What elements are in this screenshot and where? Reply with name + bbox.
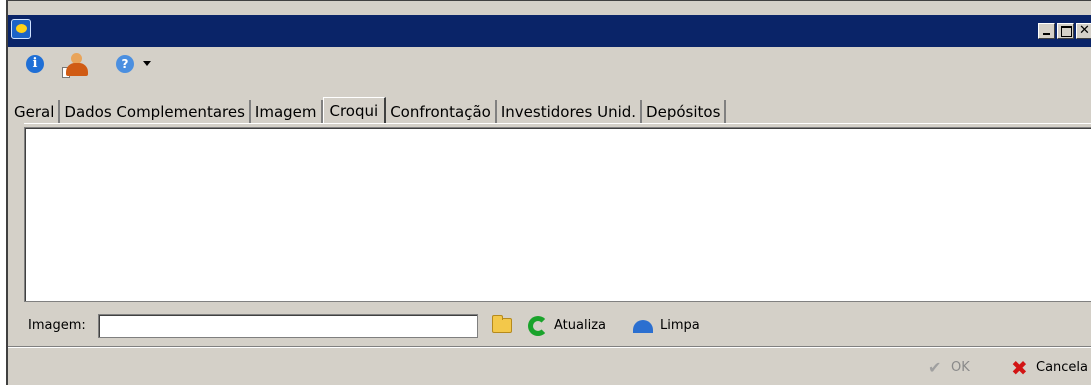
checkmark-icon: ✔ [928, 358, 942, 377]
limpa-button[interactable]: Limpa [660, 318, 700, 333]
minimize-button[interactable] [1038, 23, 1055, 39]
tab-label: Croqui [329, 102, 379, 120]
chevron-down-icon[interactable] [143, 61, 151, 66]
image-path-input[interactable] [98, 314, 478, 338]
image-label: Imagem: [28, 318, 86, 333]
app-icon [11, 19, 31, 39]
refresh-icon[interactable] [528, 316, 548, 336]
tab-depositos[interactable]: Depósitos [642, 100, 727, 124]
user-body [66, 63, 88, 76]
tab-label: Confrontação [390, 103, 491, 121]
user-icon[interactable] [62, 53, 90, 79]
tab-geral[interactable]: Geral [10, 100, 61, 124]
tab-label: Investidores Unid. [500, 103, 637, 121]
tab-label: Dados Complementares [64, 103, 245, 121]
tab-investidores-unid[interactable]: Investidores Unid. [497, 100, 643, 124]
atualiza-button[interactable]: Atualiza [554, 318, 606, 333]
tab-divider [24, 123, 1091, 124]
close-button[interactable] [1076, 23, 1091, 39]
tab-strip: Geral Dados Complementares Imagem Croqui… [10, 97, 727, 124]
tab-confrontacao[interactable]: Confrontação [386, 100, 497, 124]
tab-croqui[interactable]: Croqui [322, 97, 387, 124]
tab-label: Geral [14, 103, 55, 121]
tab-dados-complementares[interactable]: Dados Complementares [60, 100, 251, 124]
footer: ✔ OK ✖ Cancela [8, 348, 1091, 385]
close-icon: ✖ [1011, 356, 1028, 380]
cancel-button[interactable]: Cancela [1036, 360, 1088, 375]
help-icon[interactable]: ? [116, 55, 134, 73]
title-bar[interactable] [8, 15, 1091, 47]
window-controls [1038, 23, 1091, 39]
tab-label: Imagem [254, 103, 317, 121]
toolbar: i ? [8, 51, 408, 85]
croqui-image-area[interactable] [24, 127, 1091, 302]
tab-imagem[interactable]: Imagem [251, 100, 323, 124]
tab-label: Depósitos [646, 103, 721, 121]
folder-open-icon[interactable] [492, 315, 512, 333]
maximize-button[interactable] [1057, 23, 1074, 39]
info-icon[interactable]: i [26, 55, 44, 73]
ok-button[interactable]: OK [951, 360, 970, 375]
dialog-window: i ? Geral Dados Complementares Imagem Cr… [6, 0, 1091, 385]
image-row: Imagem: Atualiza Limpa [28, 313, 728, 341]
undo-icon[interactable] [633, 320, 653, 333]
